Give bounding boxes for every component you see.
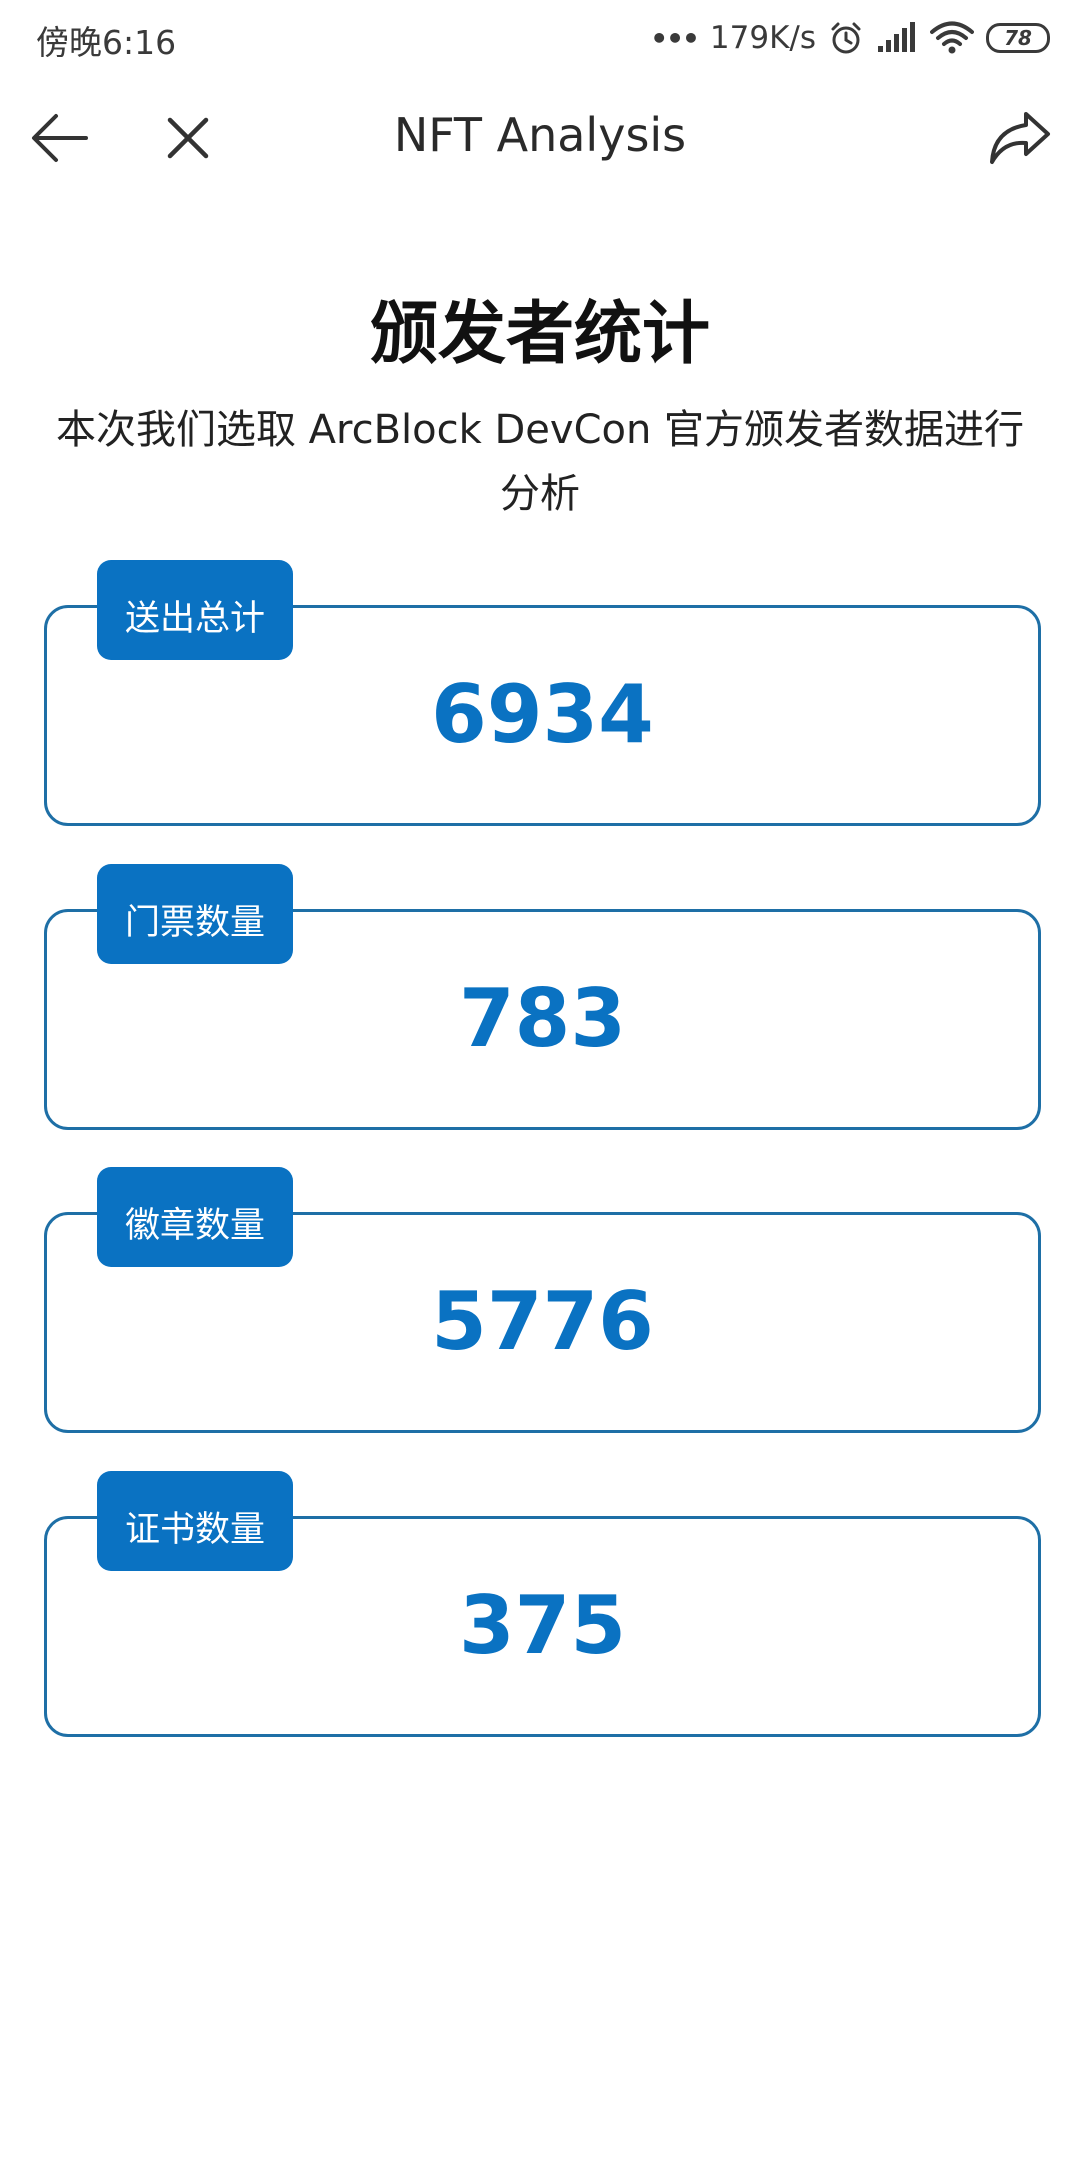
- stat-label: 徽章数量: [97, 1167, 293, 1267]
- alarm-icon: [828, 20, 864, 56]
- status-dots: •••: [650, 21, 700, 55]
- share-icon[interactable]: [986, 110, 1052, 168]
- status-bar: 傍晚6:16 ••• 179K/s 78: [0, 0, 1080, 78]
- status-time: 傍晚6:16: [36, 23, 177, 62]
- stat-card-tickets: 门票数量 783: [44, 864, 1041, 1130]
- wifi-icon: [930, 21, 974, 55]
- stat-label: 门票数量: [97, 864, 293, 964]
- stat-value: 6934: [431, 668, 654, 761]
- battery-icon: 78: [986, 23, 1050, 53]
- nav-title: NFT Analysis: [393, 108, 687, 162]
- stat-card-total: 送出总计 6934: [44, 560, 1041, 826]
- page-title: 颁发者统计: [369, 295, 710, 374]
- network-speed: 179K/s: [709, 20, 816, 56]
- status-indicators: ••• 179K/s 78: [650, 14, 1050, 62]
- signal-icon: [876, 22, 918, 54]
- page-subtitle: 本次我们选取 ArcBlock DevCon 官方颁发者数据进行分析: [55, 407, 1025, 517]
- stat-label: 证书数量: [97, 1471, 293, 1571]
- stat-card-badges: 徽章数量 5776: [44, 1167, 1041, 1433]
- stat-value: 783: [459, 972, 626, 1065]
- stat-value: 5776: [431, 1275, 654, 1368]
- battery-level: 78: [1004, 26, 1032, 50]
- stat-label: 送出总计: [97, 560, 293, 660]
- stat-value: 375: [459, 1579, 626, 1672]
- stat-card-certificates: 证书数量 375: [44, 1471, 1041, 1737]
- nav-bar: NFT Analysis: [0, 88, 1080, 188]
